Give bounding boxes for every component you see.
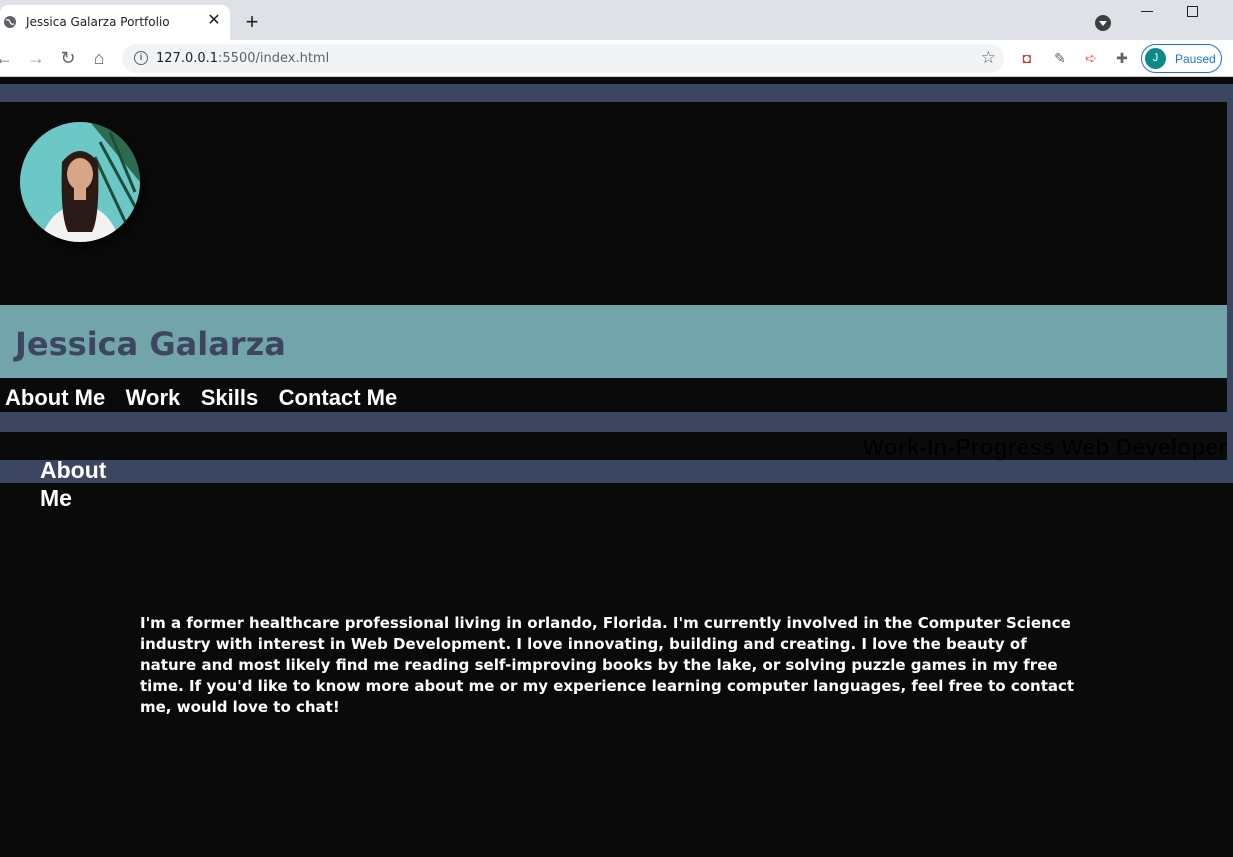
nav-skills[interactable]: Skills [201,385,258,410]
site-title: Jessica Galarza [15,325,286,363]
portrait-illustration [20,122,140,242]
header-frame: Jessica Galarza About Me Work Skills Con… [0,84,1233,483]
name-banner: Jessica Galarza [0,305,1227,378]
url-text[interactable]: 127.0.0.1:5500/index.html [156,51,329,66]
tab-title: Jessica Galarza Portfolio [26,15,170,29]
address-bar[interactable]: i 127.0.0.1:5500/index.html ☆ [122,44,1004,73]
back-icon[interactable]: ← [0,48,14,68]
eyedropper-extension-icon[interactable]: ✎ [1050,48,1070,68]
pocket-extension-icon[interactable]: ◘ [1017,48,1037,68]
reload-icon[interactable]: ↻ [58,48,78,68]
profile-avatar: J [1145,48,1166,69]
nav-work[interactable]: Work [126,385,181,410]
globe-icon [4,16,16,28]
page-content: Jessica Galarza About Me Work Skills Con… [0,77,1233,857]
minimize-icon[interactable] [1141,11,1153,12]
nav-contact-me[interactable]: Contact Me [279,385,398,410]
header: Jessica Galarza [0,102,1227,412]
tab-strip: Jessica Galarza Portfolio ✕ + [0,0,1233,40]
profile-photo [20,122,140,242]
site-info-icon[interactable]: i [134,51,148,65]
tagline-bar: Work-In-Progress Web Developer [0,432,1227,460]
extensions-puzzle-icon[interactable]: ✚ [1112,48,1132,68]
tagline: Work-In-Progress Web Developer [862,434,1227,460]
main-nav: About Me Work Skills Contact Me [5,385,413,411]
browser-toolbar: ← → ↻ ⌂ i 127.0.0.1:5500/index.html ☆ ◘ … [0,40,1233,77]
forward-icon[interactable]: → [26,48,46,68]
home-icon[interactable]: ⌂ [89,48,109,68]
browser-tab[interactable]: Jessica Galarza Portfolio ✕ [0,5,230,40]
bookmark-star-icon[interactable]: ☆ [981,48,996,68]
about-heading: About Me [40,457,107,511]
maximize-icon[interactable] [1187,6,1198,17]
profile-status: Paused [1175,52,1216,66]
arrow-extension-icon[interactable]: ➪ [1081,48,1101,68]
new-tab-icon[interactable]: + [242,11,262,33]
profile-button[interactable]: J Paused [1141,44,1222,73]
tab-search-icon[interactable] [1095,15,1111,31]
close-tab-icon[interactable]: ✕ [206,13,222,29]
about-paragraph: I'm a former healthcare professional liv… [140,614,1075,716]
nav-about-me[interactable]: About Me [5,385,105,410]
